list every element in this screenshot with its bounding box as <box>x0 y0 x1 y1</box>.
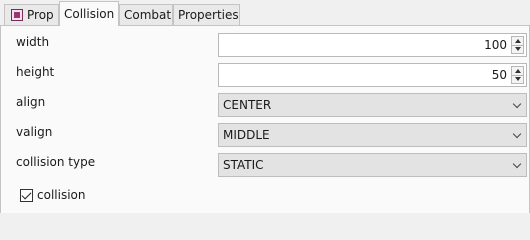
width-spin-buttons <box>511 36 524 54</box>
chevron-down-icon[interactable] <box>511 75 524 84</box>
width-spinner[interactable]: 100 <box>218 33 527 57</box>
height-spinner[interactable]: 50 <box>218 63 527 87</box>
valign-value: MIDDLE <box>223 128 270 142</box>
collision-panel: width 100 height 50 align CENTER valign … <box>0 25 530 213</box>
tab-combat-label: Combat <box>124 8 172 22</box>
chevron-down-icon[interactable] <box>513 101 521 109</box>
tab-prop-label: Prop <box>27 8 54 22</box>
width-label: width <box>16 35 50 49</box>
tab-collision-label: Collision <box>64 7 115 21</box>
valign-label: valign <box>16 125 53 139</box>
height-label: height <box>16 65 55 79</box>
collision-checkbox-label[interactable]: collision <box>37 188 85 202</box>
collision-checkbox[interactable] <box>20 188 33 202</box>
chevron-up-icon[interactable] <box>511 36 524 46</box>
align-label: align <box>16 95 46 109</box>
tab-combat[interactable]: Combat <box>119 4 173 25</box>
align-value: CENTER <box>223 98 272 112</box>
chevron-down-icon[interactable] <box>513 131 521 139</box>
tab-prop[interactable]: Prop <box>4 4 59 25</box>
collision-type-label: collision type <box>16 155 96 169</box>
collision-type-select[interactable]: STATIC <box>218 153 527 177</box>
tab-bar: Prop Collision Combat Properties <box>0 0 530 26</box>
height-spin-buttons <box>511 66 524 84</box>
collision-type-value: STATIC <box>223 158 264 172</box>
align-select[interactable]: CENTER <box>218 93 527 117</box>
tab-collision[interactable]: Collision <box>59 1 119 26</box>
chevron-down-icon[interactable] <box>511 45 524 54</box>
tab-properties-label: Properties <box>178 8 239 22</box>
height-value[interactable]: 50 <box>492 64 507 86</box>
tab-properties[interactable]: Properties <box>173 4 240 25</box>
chevron-up-icon[interactable] <box>511 66 524 76</box>
width-value[interactable]: 100 <box>484 34 507 56</box>
valign-select[interactable]: MIDDLE <box>218 123 527 147</box>
prop-icon <box>11 9 23 21</box>
collision-checkbox-row[interactable]: collision <box>20 187 85 203</box>
chevron-down-icon[interactable] <box>513 161 521 169</box>
